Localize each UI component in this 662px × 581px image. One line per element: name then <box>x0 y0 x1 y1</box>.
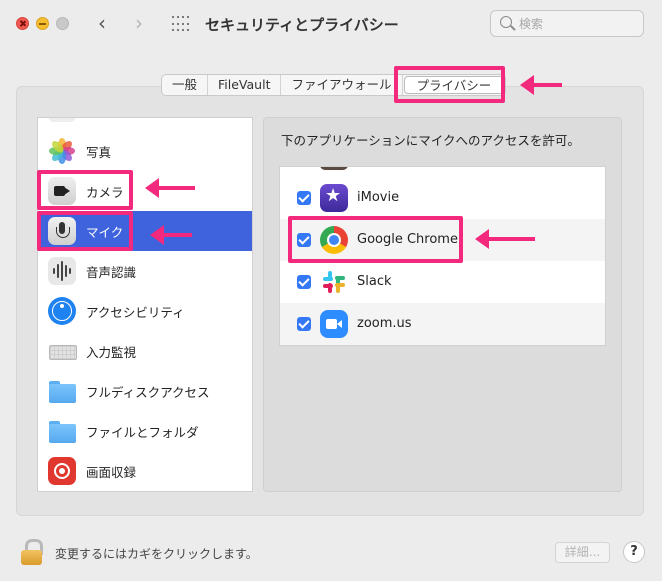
sidebar-item-label: ファイルとフォルダ <box>86 424 199 440</box>
lock-icon[interactable] <box>21 539 43 565</box>
app-name: iMovie <box>357 190 400 205</box>
accessibility-icon <box>48 297 76 325</box>
tab-firewall[interactable]: ファイアウォール <box>281 75 403 95</box>
sidebar-item-label: 音声認識 <box>86 264 137 280</box>
lock-hint-text: 変更するにはカギをクリックします。 <box>55 547 258 561</box>
sidebar-item-label: フルディスクアクセス <box>86 384 210 400</box>
highlight-box-microphone <box>37 211 133 251</box>
sidebar-item-label: アクセシビリティ <box>86 304 185 320</box>
sidebar-item-photos[interactable]: 写真 <box>38 131 252 171</box>
app-row-zoom[interactable]: zoom.us <box>280 303 605 345</box>
zoom-checkbox[interactable] <box>297 317 311 331</box>
imovie-icon <box>320 184 348 212</box>
zoom-icon <box>320 310 348 338</box>
zoom-window-button[interactable] <box>56 17 69 30</box>
annotation-arrow-privacy-tab <box>520 75 562 95</box>
tab-filevault[interactable]: FileVault <box>208 75 282 95</box>
photos-icon <box>48 137 76 165</box>
highlight-box-camera <box>37 170 133 210</box>
sidebar-item-full-disk-access[interactable]: フルディスクアクセス <box>38 371 252 411</box>
sidebar-item-label: 画面収録 <box>86 464 137 480</box>
close-window-button[interactable] <box>16 17 29 30</box>
sidebar-item-speech-recognition[interactable]: 音声認識 <box>38 251 252 291</box>
imovie-checkbox[interactable] <box>297 191 311 205</box>
speech-recognition-icon <box>48 257 76 285</box>
app-row-slack[interactable]: Slack <box>280 261 605 303</box>
highlight-box-google-chrome <box>288 216 463 263</box>
slack-checkbox[interactable] <box>297 275 311 289</box>
show-all-grid-icon[interactable] <box>172 16 189 33</box>
folder-icon <box>48 377 76 405</box>
app-name: Slack <box>357 274 392 289</box>
minimize-window-button[interactable] <box>36 17 49 30</box>
tab-general[interactable]: 一般 <box>162 75 209 95</box>
slack-icon <box>320 268 348 296</box>
folder-icon <box>48 417 76 445</box>
sidebar-item-files-and-folders[interactable]: ファイルとフォルダ <box>38 411 252 451</box>
annotation-arrow-microphone <box>150 225 192 245</box>
annotation-arrow-google-chrome <box>475 229 535 249</box>
window-title: セキュリティとプライバシー <box>205 16 399 34</box>
sidebar-item-label: 写真 <box>86 144 112 160</box>
screen-recording-icon <box>48 457 76 485</box>
sidebar-item-accessibility[interactable]: アクセシビリティ <box>38 291 252 331</box>
app-row-imovie[interactable]: iMovie <box>280 177 605 219</box>
sidebar-item-input-monitoring[interactable]: 入力監視 <box>38 331 252 371</box>
help-button[interactable]: ? <box>623 541 645 563</box>
highlight-box-privacy-tab <box>394 66 505 103</box>
title-bar: ‹ › セキュリティとプライバシー <box>0 0 662 50</box>
app-name: zoom.us <box>357 316 412 331</box>
detail-heading: 下のアプリケーションにマイクへのアクセスを許可。 <box>281 133 580 148</box>
keyboard-icon <box>48 337 77 365</box>
details-button[interactable]: 詳細... <box>555 542 610 563</box>
partial-app-icon <box>320 167 348 170</box>
search-field[interactable] <box>490 10 644 37</box>
search-input[interactable] <box>519 15 637 32</box>
sidebar-item-label: 入力監視 <box>86 344 137 360</box>
search-icon <box>500 16 512 28</box>
back-button[interactable]: ‹ <box>98 13 106 33</box>
sidebar-item-screen-recording[interactable]: 画面収録 <box>38 451 252 491</box>
annotation-arrow-camera <box>145 178 195 198</box>
partial-list-item-icon <box>48 118 76 122</box>
forward-button[interactable]: › <box>135 13 143 33</box>
